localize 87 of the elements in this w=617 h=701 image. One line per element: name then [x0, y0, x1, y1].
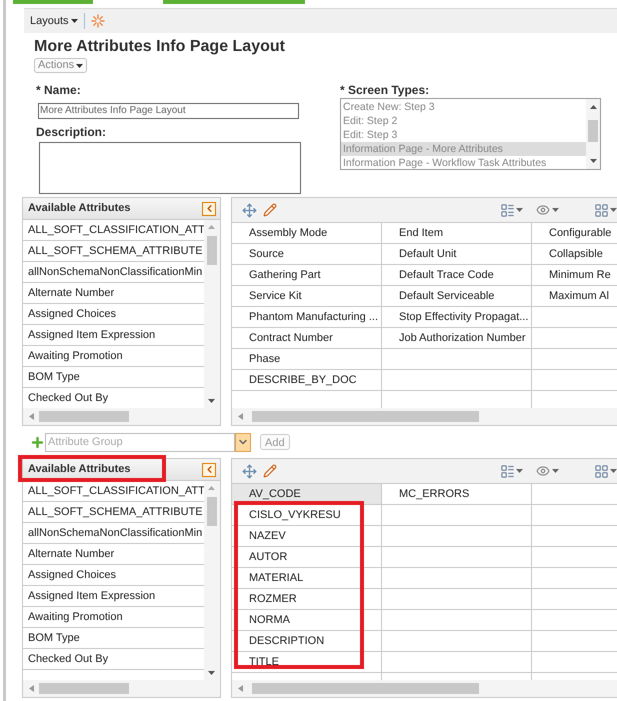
field-label: * Name:	[36, 83, 82, 97]
grid-cell[interactable]: Collapsible	[532, 244, 617, 264]
panel-title: Available Attributes	[28, 462, 130, 478]
scrollbar-thumb[interactable]	[207, 236, 217, 265]
scroll-left-icon[interactable]	[238, 413, 243, 420]
horizontal-scrollbar[interactable]	[232, 680, 617, 697]
grid-cell[interactable]: NAZEV	[232, 526, 382, 546]
move-icon[interactable]	[242, 464, 257, 478]
grid-cell[interactable]: DESCRIBE_BY_DOC	[232, 370, 382, 390]
pencil-icon[interactable]	[263, 203, 277, 217]
list-layout-icon[interactable]	[500, 202, 515, 218]
grid-cell[interactable]: Phase	[232, 349, 382, 369]
caret-icon	[610, 469, 617, 473]
panel-title: Available Attributes	[28, 201, 130, 216]
list-layout-icon[interactable]	[500, 464, 515, 478]
scrollbar-thumb[interactable]	[252, 411, 479, 422]
pencil-icon[interactable]	[263, 464, 277, 478]
horizontal-scrollbar[interactable]	[232, 408, 617, 425]
grid-cell[interactable]: Assembly Mode	[232, 223, 382, 243]
grid-cell[interactable]: ROZMER	[232, 589, 382, 609]
grid-cell[interactable]: End Item	[382, 223, 532, 243]
horizontal-scrollbar[interactable]	[23, 408, 220, 425]
grid-layout-icon[interactable]	[594, 464, 609, 478]
spinner-icon[interactable]	[90, 14, 105, 28]
scrollbar-thumb[interactable]	[252, 683, 479, 694]
eye-icon[interactable]	[536, 203, 550, 217]
scroll-up-icon[interactable]	[590, 105, 597, 109]
grid-cell[interactable]: AUTOR	[232, 547, 382, 567]
collapse-button[interactable]	[202, 202, 216, 216]
grid-cell[interactable]: Minimum Re	[532, 265, 617, 285]
list-option[interactable]: Edit: Step 2	[341, 114, 586, 128]
vertical-scrollbar[interactable]	[204, 481, 220, 680]
field-label: * Screen Types:	[340, 83, 430, 97]
caret-icon	[516, 469, 523, 473]
vertical-scrollbar[interactable]	[586, 99, 600, 169]
scroll-left-icon[interactable]	[238, 685, 243, 692]
scroll-left-icon[interactable]	[29, 413, 34, 420]
dropdown-button[interactable]	[235, 432, 251, 452]
layouts-menu[interactable]: Layouts	[30, 12, 78, 30]
list-option[interactable]: Information Page - Workflow Task Attributes	[341, 156, 586, 170]
caret-icon	[610, 208, 617, 212]
eye-icon[interactable]	[536, 464, 550, 478]
attribute-group-field[interactable]: Attribute Group	[45, 432, 235, 452]
scrollbar-thumb[interactable]	[588, 120, 598, 142]
scrollbar-thumb[interactable]	[39, 683, 129, 694]
grid-cell[interactable]: TITLE	[232, 652, 382, 672]
grid-cell[interactable]: Default Unit	[382, 244, 532, 264]
caret-icon	[70, 19, 78, 23]
horizontal-scrollbar[interactable]	[23, 680, 220, 697]
grid-cell[interactable]: Contract Number	[232, 328, 382, 348]
screen-types-list[interactable]: Create New: Step 3 Edit: Step 2 Edit: Step 3 Information Page - More Attributes Information Page - Workflow Task Attributes	[340, 98, 601, 170]
list-option[interactable]: Create New: Step 3	[341, 100, 586, 114]
caret-icon	[552, 469, 559, 473]
scroll-down-icon[interactable]	[590, 159, 597, 163]
collapse-button[interactable]	[202, 462, 216, 476]
grid-cell[interactable]: Stop Effectivity Propagat...	[382, 307, 532, 327]
grid-cell[interactable]: NORMA	[232, 610, 382, 630]
grid-cell[interactable]: CISLO_VYKRESU	[232, 505, 382, 525]
caret-icon	[552, 208, 559, 212]
grid-cell[interactable]: DESCRIPTION	[232, 631, 382, 651]
grid-cell[interactable]: Source	[232, 244, 382, 264]
grid-cell[interactable]: MC_ERRORS	[382, 484, 532, 504]
scrollbar-thumb[interactable]	[207, 497, 217, 526]
grid-cell[interactable]: Configurable	[532, 223, 617, 243]
grid-cell[interactable]: Job Authorization Number	[382, 328, 532, 348]
grid-cell[interactable]: MATERIAL	[232, 568, 382, 588]
grid-cell[interactable]: Service Kit	[232, 286, 382, 306]
vertical-scrollbar[interactable]	[204, 220, 220, 408]
grid-cell[interactable]: Maximum Al	[532, 286, 617, 306]
field-label: Description:	[36, 125, 108, 139]
scroll-down-icon[interactable]	[208, 671, 215, 675]
grid-cell[interactable]: Default Trace Code	[382, 265, 532, 285]
scrollbar-thumb[interactable]	[39, 411, 129, 422]
scroll-down-icon[interactable]	[208, 399, 215, 403]
list-option[interactable]: Edit: Step 3	[341, 128, 586, 142]
description-field[interactable]	[39, 142, 301, 194]
page-title: More Attributes Info Page Layout	[34, 37, 286, 57]
caret-icon	[76, 64, 84, 68]
move-icon[interactable]	[242, 202, 257, 218]
add-icon[interactable]	[30, 434, 45, 450]
grid-layout-icon[interactable]	[594, 202, 609, 218]
grid-cell[interactable]: Default Serviceable	[382, 286, 532, 306]
grid-cell[interactable]: Phantom Manufacturing ...	[232, 307, 382, 327]
name-field[interactable]: More Attributes Info Page Layout	[38, 102, 299, 118]
grid-cell[interactable]: Gathering Part	[232, 265, 382, 285]
scroll-left-icon[interactable]	[29, 685, 34, 692]
caret-icon	[516, 208, 523, 212]
